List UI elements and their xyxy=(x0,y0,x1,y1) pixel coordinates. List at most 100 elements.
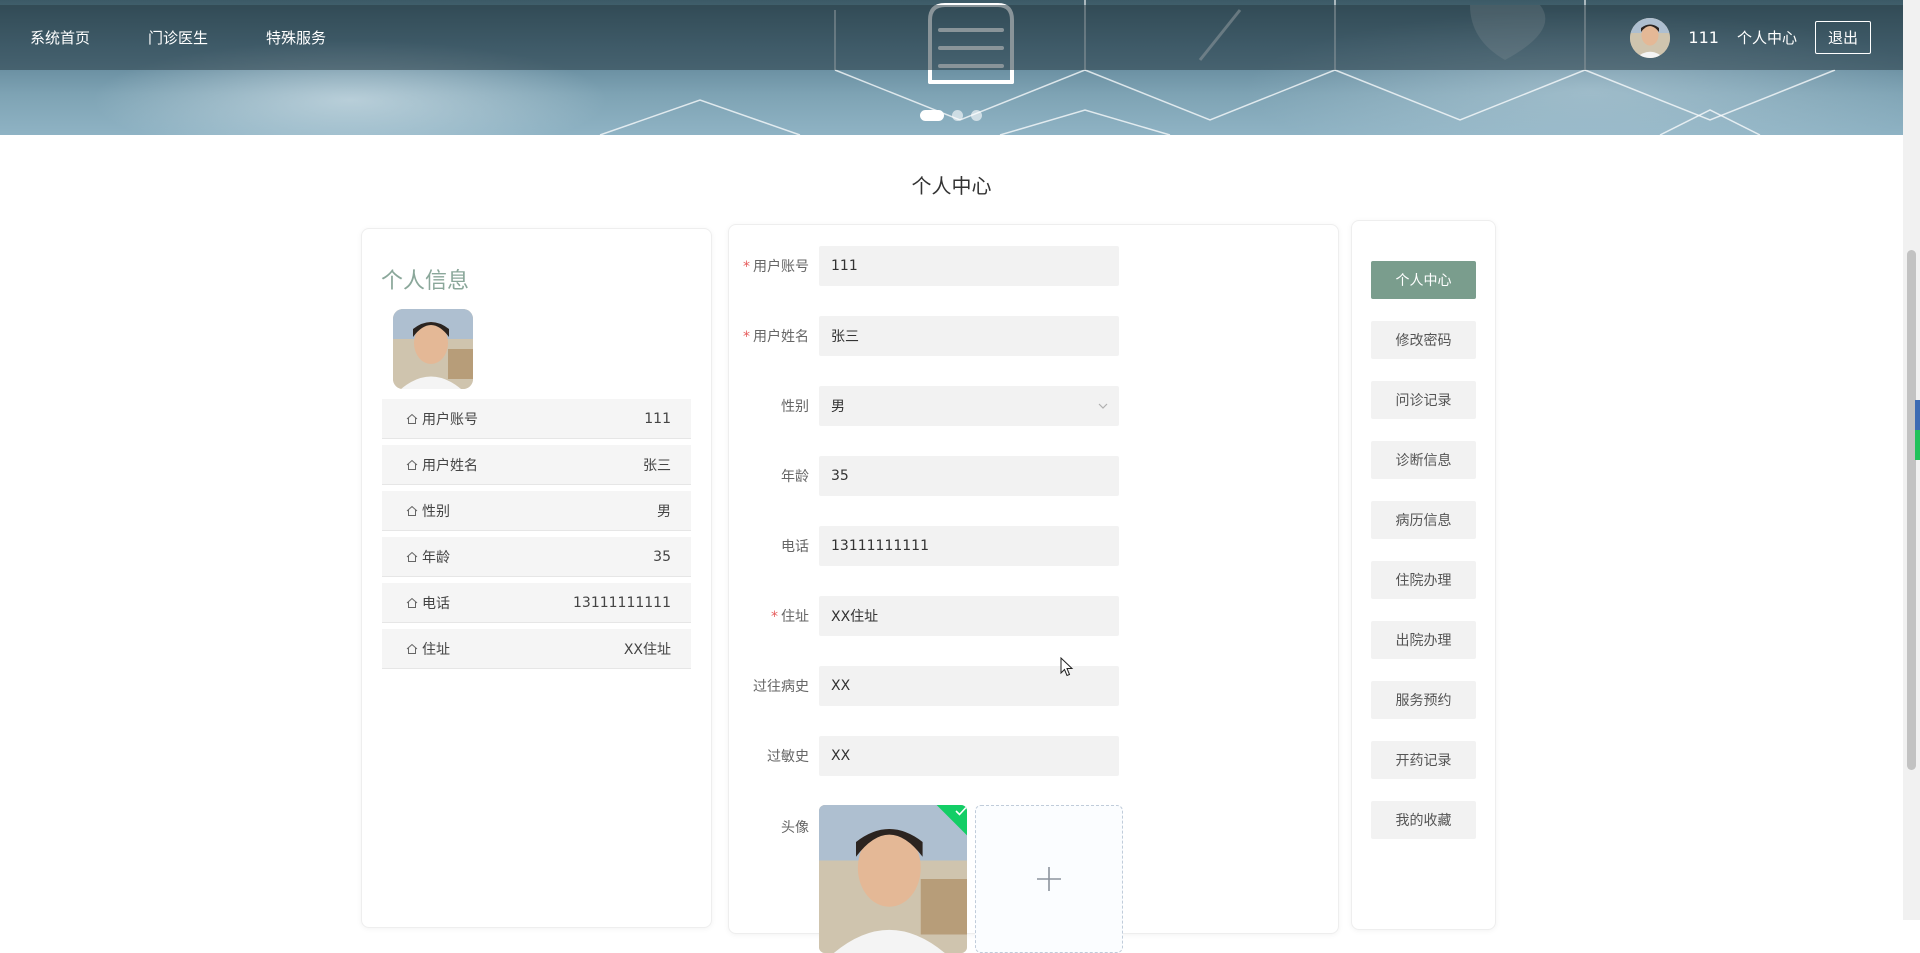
gender-label: 性别 xyxy=(781,399,809,415)
form-row-name: * 用户姓名 张三 xyxy=(729,316,1119,356)
address-label: * 住址 xyxy=(729,606,819,626)
gender-select[interactable]: 男 xyxy=(819,386,1119,426)
upload-add-button[interactable] xyxy=(975,805,1123,953)
plus-icon xyxy=(1037,867,1061,891)
profile-row-name: 用户姓名 张三 xyxy=(382,445,691,485)
row-label: 性别 xyxy=(422,503,450,520)
gender-select-value[interactable]: 男 xyxy=(819,386,1119,426)
row-label: 用户姓名 xyxy=(422,457,478,474)
row-label: 电话 xyxy=(422,595,450,612)
nav-links: 系统首页 门诊医生 特殊服务 xyxy=(30,5,326,70)
carousel-dot[interactable] xyxy=(920,110,944,121)
form-row-gender: 性别 男 xyxy=(729,386,1119,426)
side-menu-favorites[interactable]: 我的收藏 xyxy=(1371,801,1476,839)
top-navbar: 系统首页 门诊医生 特殊服务 111 个人中心 退出 xyxy=(0,5,1903,70)
home-icon xyxy=(406,643,418,654)
side-menu-prescription-records[interactable]: 开药记录 xyxy=(1371,741,1476,779)
scrollbar-marker xyxy=(1915,430,1920,460)
side-menu-consultation-records[interactable]: 问诊记录 xyxy=(1371,381,1476,419)
side-menu: 个人中心 修改密码 问诊记录 诊断信息 病历信息 住院办理 出院办理 服务预约 … xyxy=(1351,220,1496,930)
carousel-dot[interactable] xyxy=(971,110,982,121)
avatar-label: 头像 xyxy=(781,820,809,836)
phone-label: 电话 xyxy=(781,539,809,555)
name-input[interactable]: 张三 xyxy=(819,316,1119,356)
row-value: 13111111111 xyxy=(573,594,671,611)
check-icon xyxy=(955,806,967,816)
row-value: 35 xyxy=(653,548,671,565)
side-menu-personal-center[interactable]: 个人中心 xyxy=(1371,261,1476,299)
account-input[interactable]: 111 xyxy=(819,246,1119,286)
nav-outpatient-doctor[interactable]: 门诊医生 xyxy=(148,27,208,48)
scrollbar-thumb[interactable] xyxy=(1907,250,1916,770)
row-value: XX住址 xyxy=(623,641,671,658)
label-text: 住址 xyxy=(781,609,809,625)
side-menu-medical-records[interactable]: 病历信息 xyxy=(1371,501,1476,539)
history-input[interactable]: XX xyxy=(819,666,1119,706)
profile-row-age: 年龄 35 xyxy=(382,537,691,577)
address-input[interactable]: XX住址 xyxy=(819,596,1119,636)
nav-avatar[interactable] xyxy=(1630,17,1671,58)
name-label: * 用户姓名 xyxy=(729,326,819,346)
age-label: 年龄 xyxy=(781,469,809,485)
mouse-cursor-icon xyxy=(1060,657,1074,677)
avatar-uploader xyxy=(819,805,1123,953)
label-text: 用户姓名 xyxy=(753,329,809,345)
form-row-account: * 用户账号 111 xyxy=(729,246,1119,286)
row-value: 张三 xyxy=(643,457,671,474)
form-row-allergy: 过敏史 XX xyxy=(729,736,1119,776)
required-mark: * xyxy=(743,259,750,275)
row-label: 年龄 xyxy=(422,549,450,566)
avatar-photo-icon xyxy=(393,309,473,389)
profile-row-address: 住址 XX住址 xyxy=(382,629,691,669)
home-icon xyxy=(406,413,418,424)
nav-user-area: 111 个人中心 退出 xyxy=(1630,5,1871,70)
avatar-photo-icon xyxy=(819,805,967,953)
required-mark: * xyxy=(743,329,750,345)
profile-info-list: 用户账号 111 用户姓名 张三 性别 男 年龄 35 电话 131111111… xyxy=(382,399,691,669)
nav-personal-center[interactable]: 个人中心 xyxy=(1737,27,1797,48)
nav-special-service[interactable]: 特殊服务 xyxy=(266,27,326,48)
row-value: 男 xyxy=(657,503,671,520)
profile-edit-form: * 用户账号 111 * 用户姓名 张三 性别 男 年龄 35 电话 1311111… xyxy=(728,224,1339,953)
profile-avatar xyxy=(393,309,473,389)
row-label: 住址 xyxy=(422,641,450,658)
age-input[interactable]: 35 xyxy=(819,456,1119,496)
allergy-input[interactable]: XX xyxy=(819,736,1119,776)
page-scrollbar[interactable] xyxy=(1903,0,1920,920)
side-menu-service-booking[interactable]: 服务预约 xyxy=(1371,681,1476,719)
required-mark: * xyxy=(771,609,778,625)
profile-row-phone: 电话 13111111111 xyxy=(382,583,691,623)
profile-row-gender: 性别 男 xyxy=(382,491,691,531)
row-label: 用户账号 xyxy=(422,411,478,428)
profile-title: 个人信息 xyxy=(381,269,470,294)
form-row-age: 年龄 35 xyxy=(729,456,1119,496)
uploaded-avatar[interactable] xyxy=(819,805,967,953)
logout-button[interactable]: 退出 xyxy=(1814,21,1871,54)
carousel-dot[interactable] xyxy=(952,110,963,121)
form-row-avatar: 头像 xyxy=(729,805,1123,953)
nav-home[interactable]: 系统首页 xyxy=(30,27,90,48)
home-icon xyxy=(406,551,418,562)
side-menu-diagnosis-info[interactable]: 诊断信息 xyxy=(1371,441,1476,479)
nav-username: 111 xyxy=(1688,28,1719,47)
chevron-down-icon[interactable] xyxy=(1097,400,1109,412)
account-label: * 用户账号 xyxy=(729,256,819,276)
form-row-phone: 电话 13111111111 xyxy=(729,526,1119,566)
history-label: 过往病史 xyxy=(753,679,809,695)
phone-input[interactable]: 13111111111 xyxy=(819,526,1119,566)
row-value: 111 xyxy=(644,410,671,427)
avatar-photo-icon xyxy=(1630,17,1671,58)
side-menu-admission[interactable]: 住院办理 xyxy=(1371,561,1476,599)
profile-row-account: 用户账号 111 xyxy=(382,399,691,439)
home-icon xyxy=(406,459,418,470)
page-title: 个人中心 xyxy=(911,174,992,198)
side-menu-change-password[interactable]: 修改密码 xyxy=(1371,321,1476,359)
form-row-address: * 住址 XX住址 xyxy=(729,596,1119,636)
profile-card: 个人信息 用户账号 111 用户姓名 张三 性别 男 年龄 35 电话 1311… xyxy=(361,228,712,928)
side-menu-discharge[interactable]: 出院办理 xyxy=(1371,621,1476,659)
home-icon xyxy=(406,597,418,608)
home-icon xyxy=(406,505,418,516)
allergy-label: 过敏史 xyxy=(767,749,809,765)
label-text: 用户账号 xyxy=(753,259,809,275)
hero-banner: 系统首页 门诊医生 特殊服务 111 个人中心 退出 xyxy=(0,0,1903,135)
